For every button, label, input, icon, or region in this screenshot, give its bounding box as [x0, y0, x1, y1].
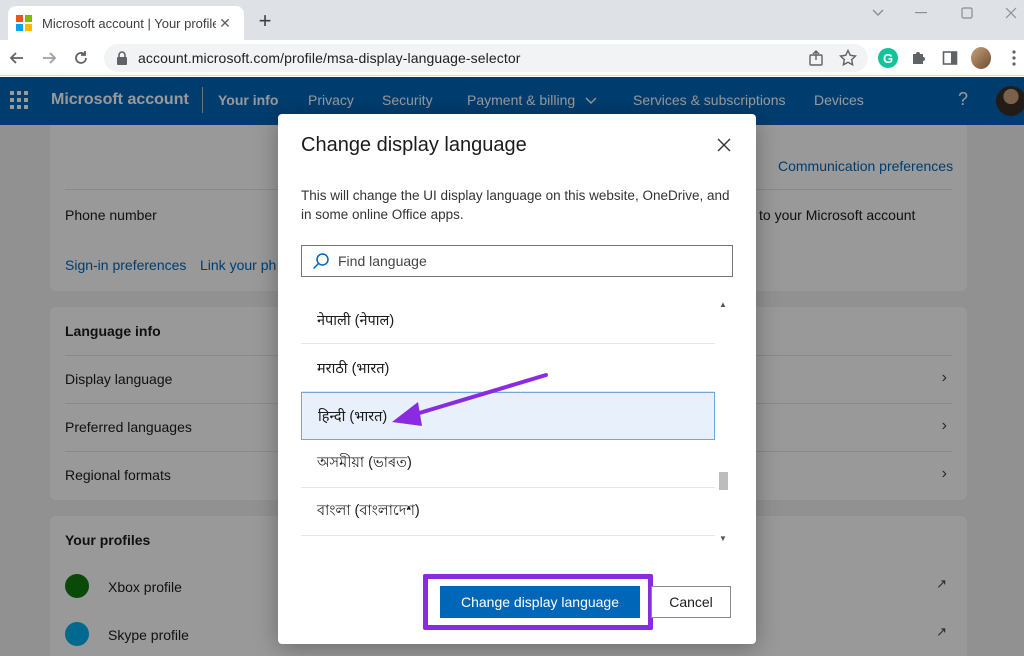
tab-title: Microsoft account | Your profile — [42, 15, 216, 31]
profile-avatar-icon[interactable] — [971, 47, 991, 69]
grammarly-extension-icon[interactable]: G — [878, 48, 898, 68]
lock-icon — [117, 51, 127, 65]
tab-search-icon[interactable] — [870, 4, 886, 22]
back-icon[interactable] — [6, 47, 28, 69]
tab-close-icon[interactable]: ✕ — [216, 14, 234, 32]
new-tab-icon[interactable]: + — [254, 8, 276, 33]
bookmark-star-icon[interactable] — [838, 48, 858, 68]
reload-icon[interactable] — [70, 47, 92, 69]
address-bar[interactable]: account.microsoft.com/profile/msa-displa… — [104, 44, 868, 72]
minimize-icon[interactable] — [913, 4, 929, 22]
browser-tab[interactable]: Microsoft account | Your profile ✕ — [8, 6, 244, 40]
microsoft-logo-icon — [16, 15, 32, 31]
more-menu-icon[interactable] — [1004, 48, 1024, 68]
change-language-dialog: Change display language This will change… — [278, 114, 756, 644]
forward-icon[interactable] — [38, 47, 60, 69]
url-text: account.microsoft.com/profile/msa-displa… — [138, 50, 521, 66]
share-icon[interactable] — [806, 48, 826, 68]
browser-toolbar: account.microsoft.com/profile/msa-displa… — [0, 40, 1024, 76]
cancel-button[interactable]: Cancel — [651, 586, 731, 618]
change-display-language-button[interactable]: Change display language — [440, 586, 640, 618]
extensions-puzzle-icon[interactable] — [908, 48, 928, 68]
maximize-icon[interactable] — [959, 4, 975, 22]
close-window-icon[interactable] — [1003, 4, 1019, 22]
side-panel-icon[interactable] — [940, 48, 960, 68]
browser-tab-strip: Microsoft account | Your profile ✕ + — [0, 0, 1024, 40]
annotation-arrow-icon — [392, 373, 548, 426]
